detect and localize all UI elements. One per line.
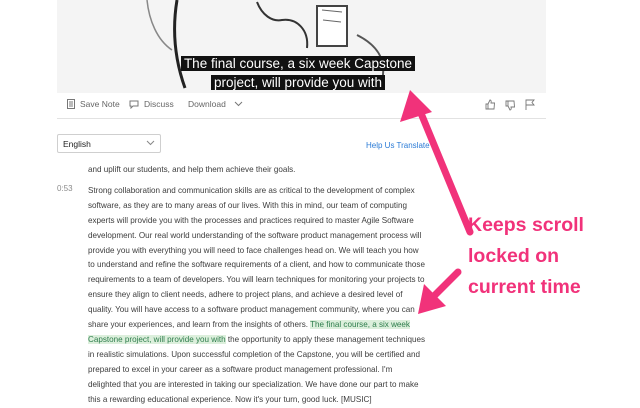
flag-icon xyxy=(525,99,535,110)
thumbs-down-icon xyxy=(505,100,515,111)
language-value: English xyxy=(63,139,91,149)
transcript-timestamp[interactable]: 0:53 xyxy=(57,184,73,193)
dislike-button[interactable] xyxy=(505,100,521,111)
caption-line-2: project, will provide you with xyxy=(210,75,386,90)
download-button[interactable]: Download xyxy=(188,99,243,109)
chat-icon xyxy=(129,100,139,109)
video-player[interactable]: The final course, a six week Capstone pr… xyxy=(57,0,546,93)
discuss-button[interactable]: Discuss xyxy=(129,99,174,109)
save-note-button[interactable]: Save Note xyxy=(67,99,120,109)
chevron-down-icon xyxy=(234,101,243,107)
transcript-text: Strong collaboration and communication s… xyxy=(88,185,425,330)
transcript-line[interactable]: and uplift our students, and help them a… xyxy=(88,163,426,178)
chevron-down-icon xyxy=(146,140,155,146)
thumbs-up-icon xyxy=(485,99,495,110)
report-button[interactable] xyxy=(525,99,540,110)
annotation-line-2: locked on xyxy=(468,245,560,267)
video-caption: The final course, a six week Capstone pr… xyxy=(180,54,416,92)
caption-line-1: The final course, a six week Capstone xyxy=(180,56,416,71)
discuss-label: Discuss xyxy=(144,99,174,109)
transcript-text: the opportunity to apply these managemen… xyxy=(88,334,426,404)
transcript-paragraph[interactable]: Strong collaboration and communication s… xyxy=(88,184,426,408)
download-label: Download xyxy=(188,99,226,109)
arrow-to-highlight xyxy=(428,268,462,302)
transcript: and uplift our students, and help them a… xyxy=(88,163,426,408)
annotation-line-3: current time xyxy=(468,276,581,298)
video-toolbar: Save Note Discuss Download xyxy=(57,96,546,119)
save-note-label: Save Note xyxy=(80,99,120,109)
language-select[interactable]: English xyxy=(57,134,161,153)
annotation-callout: Keeps scroll locked on current time xyxy=(468,210,618,303)
note-icon xyxy=(67,99,75,109)
like-button[interactable] xyxy=(485,99,501,110)
annotation-line-1: Keeps scroll xyxy=(468,214,584,236)
help-translate-link[interactable]: Help Us Translate xyxy=(366,141,430,150)
